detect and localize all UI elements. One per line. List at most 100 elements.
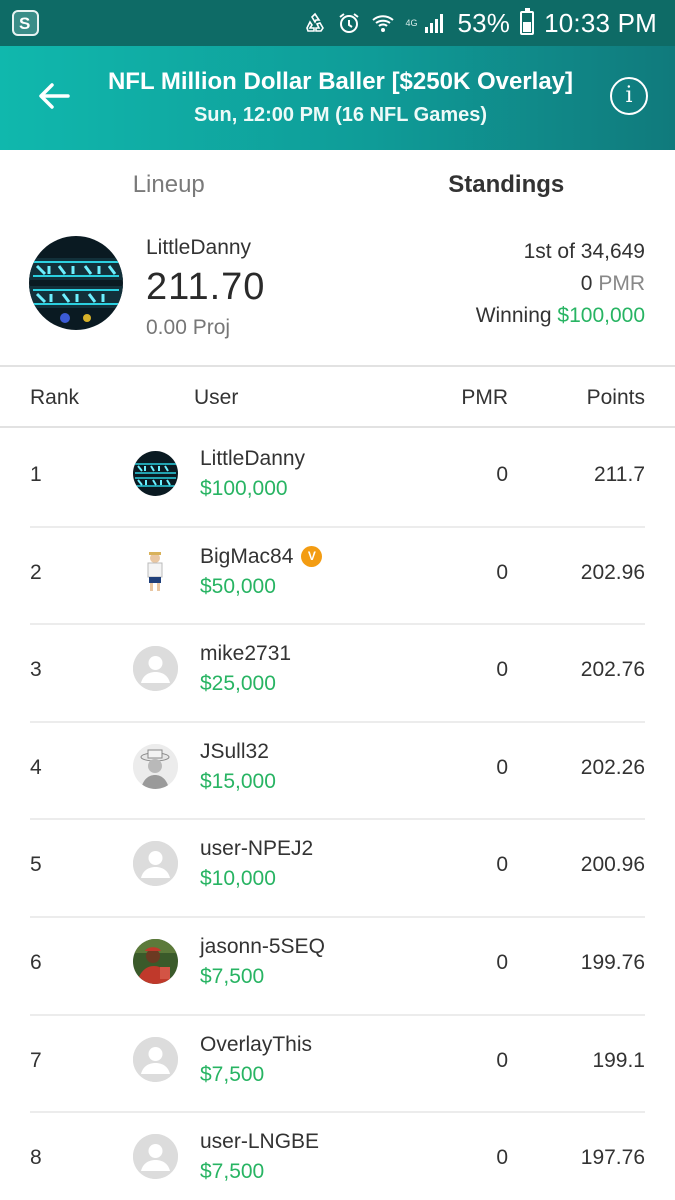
alarm-icon xyxy=(339,13,360,33)
info-icon[interactable]: i xyxy=(610,77,648,115)
contest-subtitle: Sun, 12:00 PM (16 NFL Games) xyxy=(193,104,488,126)
summary-pmr-value: 0 xyxy=(580,272,593,295)
col-pmr[interactable]: PMR xyxy=(461,386,508,410)
savage-squad-logo-icon xyxy=(29,236,123,330)
row-username: JSull32 xyxy=(200,740,269,764)
row-rank: 1 xyxy=(30,463,42,486)
row-pmr: 0 xyxy=(496,658,508,682)
wifi-icon xyxy=(372,15,395,32)
default-user-icon xyxy=(133,1134,178,1180)
recycle-icon xyxy=(306,12,325,32)
row-points: 202.26 xyxy=(580,755,645,779)
table-row[interactable]: 7 OverlayThis $7,500 0 199.1 xyxy=(0,1016,675,1114)
row-prize: $50,000 xyxy=(200,574,276,598)
avatar xyxy=(133,1134,178,1180)
avatar xyxy=(29,236,123,330)
row-username: mike2731 xyxy=(200,642,291,666)
row-pmr: 0 xyxy=(496,755,508,779)
row-rank: 4 xyxy=(30,755,42,779)
avatar xyxy=(133,548,178,594)
verified-badge-icon: V xyxy=(301,546,323,568)
col-user[interactable]: User xyxy=(194,386,238,410)
table-row[interactable]: 2 BigMac84 V $50,000 0 202.96 xyxy=(0,528,675,626)
signal-icon xyxy=(425,14,444,33)
row-username-text: jasonn-5SEQ xyxy=(200,934,325,958)
row-rank: 2 xyxy=(30,560,42,584)
summary-pmr-label: PMR xyxy=(598,272,645,295)
photo-hat-icon xyxy=(133,743,178,789)
network-label: 4G xyxy=(405,18,418,28)
table-row[interactable]: 8 user-LNGBE $7,500 0 197.76 xyxy=(0,1113,675,1200)
row-rank: 8 xyxy=(30,1146,42,1170)
battery-percent: 53% xyxy=(457,7,511,38)
row-points: 197.76 xyxy=(580,1146,645,1170)
row-points: 199.1 xyxy=(592,1048,645,1072)
row-username-text: mike2731 xyxy=(200,642,292,666)
summary-username: LittleDanny xyxy=(146,236,252,259)
battery-icon xyxy=(520,8,535,35)
row-rank: 5 xyxy=(30,853,42,877)
row-pmr: 0 xyxy=(496,560,508,584)
table-row[interactable]: 3 mike2731 $25,000 0 202.76 xyxy=(0,625,675,723)
row-prize: $7,500 xyxy=(200,964,265,988)
row-rank: 7 xyxy=(30,1048,42,1072)
row-username-text: OverlayThis xyxy=(200,1032,313,1056)
row-username-text: BigMac84 xyxy=(200,544,294,568)
row-prize: $7,500 xyxy=(200,1062,265,1086)
table-row[interactable]: 1 LittleDanny $100,000 0 211.7 xyxy=(0,430,675,528)
avatar xyxy=(133,743,178,789)
default-user-icon xyxy=(133,1036,178,1082)
summary-winning-amount: $100,000 xyxy=(557,304,645,327)
row-username: user-LNGBE xyxy=(200,1130,319,1154)
tab-bar: Lineup Standings xyxy=(0,150,675,222)
tab-lineup[interactable]: Lineup xyxy=(0,150,338,222)
row-pmr: 0 xyxy=(496,1146,508,1170)
row-pmr: 0 xyxy=(496,950,508,974)
photo-red-icon xyxy=(133,938,178,984)
row-rank: 6 xyxy=(30,950,42,974)
status-bar: S 4G 53% 10:33 PM xyxy=(0,0,675,46)
tab-standings[interactable]: Standings xyxy=(338,150,675,222)
col-rank[interactable]: Rank xyxy=(30,386,79,410)
table-row[interactable]: 4 JSull32 $15,000 0 202.26 xyxy=(0,723,675,821)
row-prize: $15,000 xyxy=(200,769,276,793)
row-username: LittleDanny xyxy=(200,447,305,471)
avatar xyxy=(133,841,178,887)
summary-winning-label: Winning xyxy=(475,304,552,327)
standings-list: 1 LittleDanny $100,000 0 211.7 2 BigMac8… xyxy=(0,430,675,1200)
avatar xyxy=(133,646,178,692)
contest-header: NFL Million Dollar Baller [$250K Overlay… xyxy=(0,46,675,150)
row-prize: $10,000 xyxy=(200,867,276,891)
row-points: 200.96 xyxy=(580,853,645,877)
row-pmr: 0 xyxy=(496,1048,508,1072)
table-row[interactable]: 5 user-NPEJ2 $10,000 0 200.96 xyxy=(0,820,675,918)
row-username-text: user-LNGBE xyxy=(200,1130,320,1154)
standings-header: Rank User PMR Points xyxy=(0,368,675,428)
clock: 10:33 PM xyxy=(544,7,657,38)
back-arrow-icon[interactable] xyxy=(34,76,74,116)
row-prize: $7,500 xyxy=(200,1160,265,1184)
cartoon-player-icon xyxy=(133,548,178,594)
col-points[interactable]: Points xyxy=(587,386,645,410)
row-username-text: LittleDanny xyxy=(200,447,306,470)
row-pmr: 0 xyxy=(496,463,508,486)
table-row[interactable]: 6 jasonn-5SEQ $7,500 0 199.76 xyxy=(0,918,675,1016)
default-user-icon xyxy=(133,841,178,887)
row-prize: $100,000 xyxy=(200,477,288,500)
avatar xyxy=(133,1036,178,1082)
summary-winning: Winning $100,000 xyxy=(476,300,645,332)
row-username-text: user-NPEJ2 xyxy=(200,837,314,861)
contest-title: NFL Million Dollar Baller [$250K Overlay… xyxy=(107,68,574,95)
summary-projection: 0.00 Proj xyxy=(146,316,231,339)
summary-place: 1st of 34,649 xyxy=(523,240,645,263)
default-user-icon xyxy=(133,646,178,692)
row-pmr: 0 xyxy=(496,853,508,877)
row-username-text: JSull32 xyxy=(200,739,269,763)
avatar xyxy=(133,451,178,496)
row-points: 199.76 xyxy=(580,950,645,974)
row-points: 202.96 xyxy=(580,560,645,584)
summary-pmr: 0 PMR xyxy=(476,268,645,300)
user-summary: LittleDanny 211.70 0.00 Proj 1st of 34,6… xyxy=(0,222,675,367)
row-username: BigMac84 V xyxy=(200,544,323,569)
avatar xyxy=(133,938,178,984)
